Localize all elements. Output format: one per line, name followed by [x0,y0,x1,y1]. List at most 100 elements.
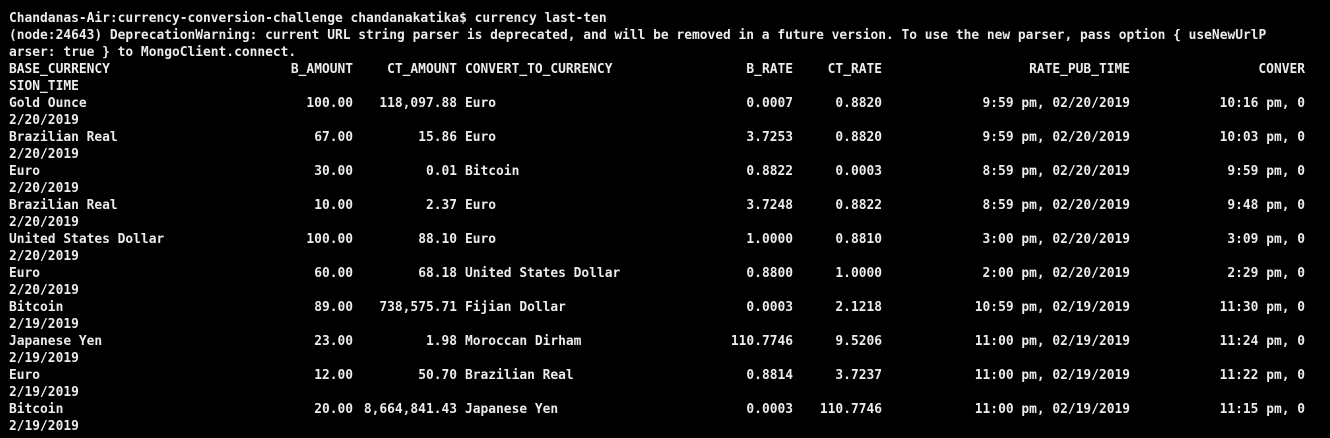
cell-b-rate: 0.0003 [746,300,793,315]
cell-ct-amount: 50.70 [418,368,457,383]
table-row-wrap: 2/19/2019 [9,317,79,332]
cell-b-rate: 1.0000 [746,232,793,247]
cell-b-amount: 100.00 [306,232,353,247]
cell-convert-to-currency: Moroccan Dirham [465,334,582,349]
table-body: Gold Ounce 100.00 118,097.88 Euro 0.0007 0.88… [9,95,1309,435]
table-row: Bitcoin 89.00 738,575.71 Fijian Dollar 0.000… [9,299,1309,316]
cell-b-amount: 67.00 [314,130,353,145]
cell-rate-pub-time: 2:00 pm, 02/20/2019 [982,266,1130,281]
header-conversion-time: CONVER [1258,62,1305,77]
cell-ct-amount: 118,097.88 [379,96,457,111]
cell-b-amount: 60.00 [314,266,353,281]
table-row: Japanese Yen 23.00 1.98 Moroccan Dirham 110.… [9,333,1309,350]
cell-ct-amount: 8,664,841.43 [363,402,457,417]
table-row-wrap: 2/20/2019 [9,181,79,196]
partially-visible-line [9,434,509,438]
table-row: Brazilian Real 10.00 2.37 Euro 3.7248 0.8822 8… [9,197,1309,214]
cell-base-currency: Bitcoin [9,402,64,417]
table-row-wrap: 2/19/2019 [9,385,79,400]
cell-convert-to-currency: Japanese Yen [465,402,559,417]
cell-b-amount: 20.00 [314,402,353,417]
cell-rate-pub-time: 10:59 pm, 02/19/2019 [974,300,1130,315]
cell-ct-amount: 0.01 [425,164,457,179]
cell-convert-to-currency: Fijian Dollar [465,300,566,315]
cell-ct-rate: 110.7746 [819,402,882,417]
table-row: Euro 12.00 50.70 Brazilian Real 0.8814 3.7237… [9,367,1309,384]
table-header: BASE_CURRENCY B_AMOUNT CT_AMOUNT CONVERT… [9,61,1309,78]
cell-base-currency: United States Dollar [9,232,165,247]
cell-rate-pub-time: 8:59 pm, 02/20/2019 [982,198,1130,213]
cell-convert-to-currency: Euro [465,232,497,247]
cell-ct-rate: 3.7237 [835,368,882,383]
cell-rate-pub-time: 11:00 pm, 02/19/2019 [974,334,1130,349]
cell-b-amount: 12.00 [314,368,353,383]
cell-b-rate: 0.8800 [746,266,793,281]
cell-convert-to-currency: United States Dollar [465,266,621,281]
cell-base-currency: Brazilian Real [9,198,118,213]
table-row-wrap: 2/19/2019 [9,351,79,366]
cell-b-rate: 3.7248 [746,198,793,213]
header-b-amount: B_AMOUNT [290,62,353,77]
cell-rate-pub-time: 11:00 pm, 02/19/2019 [974,402,1130,417]
cell-ct-rate: 9.5206 [835,334,882,349]
cell-b-amount: 10.00 [314,198,353,213]
cell-conversion-time: 11:30 pm, 0 [1219,300,1305,315]
cell-rate-pub-time: 11:00 pm, 02/19/2019 [974,368,1130,383]
cell-conversion-time: 11:24 pm, 0 [1219,334,1305,349]
cell-base-currency: Japanese Yen [9,334,103,349]
cell-b-rate: 3.7253 [746,130,793,145]
cell-convert-to-currency: Brazilian Real [465,368,574,383]
cell-b-amount: 30.00 [314,164,353,179]
deprecation-warning-line: arser: true } to MongoClient.connect. [9,45,297,60]
table-row-wrap: 2/19/2019 [9,419,79,434]
cell-ct-rate: 0.8820 [835,130,882,145]
cell-b-rate: 0.8822 [746,164,793,179]
cell-convert-to-currency: Euro [465,130,497,145]
cell-convert-to-currency: Euro [465,198,497,213]
cell-conversion-time: 2:29 pm, 0 [1227,266,1305,281]
cell-rate-pub-time: 3:00 pm, 02/20/2019 [982,232,1130,247]
table-row: Euro 30.00 0.01 Bitcoin 0.8822 0.0003 8:59 pm,… [9,163,1309,180]
cell-b-rate: 0.0003 [746,402,793,417]
cell-ct-rate: 0.8822 [835,198,882,213]
header-base-currency: BASE_CURRENCY [9,62,110,77]
table-row: Bitcoin 20.00 8,664,841.43 Japanese Yen 0.00… [9,401,1309,418]
table-header-wrap: SION_TIME [9,79,79,94]
cell-ct-amount: 68.18 [418,266,457,281]
table-row-wrap: 2/20/2019 [9,113,79,128]
cell-base-currency: Bitcoin [9,300,64,315]
cell-convert-to-currency: Euro [465,96,497,111]
cell-rate-pub-time: 9:59 pm, 02/20/2019 [982,130,1130,145]
table-row: Brazilian Real 67.00 15.86 Euro 3.7253 0.8820… [9,129,1309,146]
cell-ct-amount: 15.86 [418,130,457,145]
cell-ct-amount: 2.37 [425,198,457,213]
cell-ct-rate: 0.8810 [835,232,882,247]
cell-rate-pub-time: 9:59 pm, 02/20/2019 [982,96,1130,111]
cell-ct-rate: 0.8820 [835,96,882,111]
table-row-wrap: 2/20/2019 [9,249,79,264]
cell-base-currency: Euro [9,266,41,281]
cell-base-currency: Gold Ounce [9,96,87,111]
cell-base-currency: Euro [9,368,41,383]
cell-b-rate: 0.8814 [746,368,793,383]
table-row: Euro 60.00 68.18 United States Dollar 0.8800… [9,265,1309,282]
cell-ct-amount: 1.98 [425,334,457,349]
prompt-line: Chandanas-Air:currency-conversion-challe… [9,11,607,26]
cell-b-amount: 100.00 [306,96,353,111]
cell-conversion-time: 10:16 pm, 0 [1219,96,1305,111]
deprecation-warning-line: (node:24643) DeprecationWarning: current… [9,28,1267,43]
cell-b-rate: 0.0007 [746,96,793,111]
terminal-output[interactable]: Chandanas-Air:currency-conversion-challe… [9,10,1309,435]
cell-ct-rate: 0.0003 [835,164,882,179]
table-row-wrap: 2/20/2019 [9,147,79,162]
cell-b-rate: 110.7746 [730,334,793,349]
cell-conversion-time: 9:59 pm, 0 [1227,164,1305,179]
header-ct-amount: CT_AMOUNT [387,62,457,77]
table-row: Gold Ounce 100.00 118,097.88 Euro 0.0007 0.88… [9,95,1309,112]
cell-ct-amount: 738,575.71 [379,300,457,315]
cell-base-currency: Euro [9,164,41,179]
cell-conversion-time: 10:03 pm, 0 [1219,130,1305,145]
cell-conversion-time: 11:15 pm, 0 [1219,402,1305,417]
table-row: United States Dollar 100.00 88.10 Euro 1.000… [9,231,1309,248]
header-b-rate: B_RATE [746,62,793,77]
